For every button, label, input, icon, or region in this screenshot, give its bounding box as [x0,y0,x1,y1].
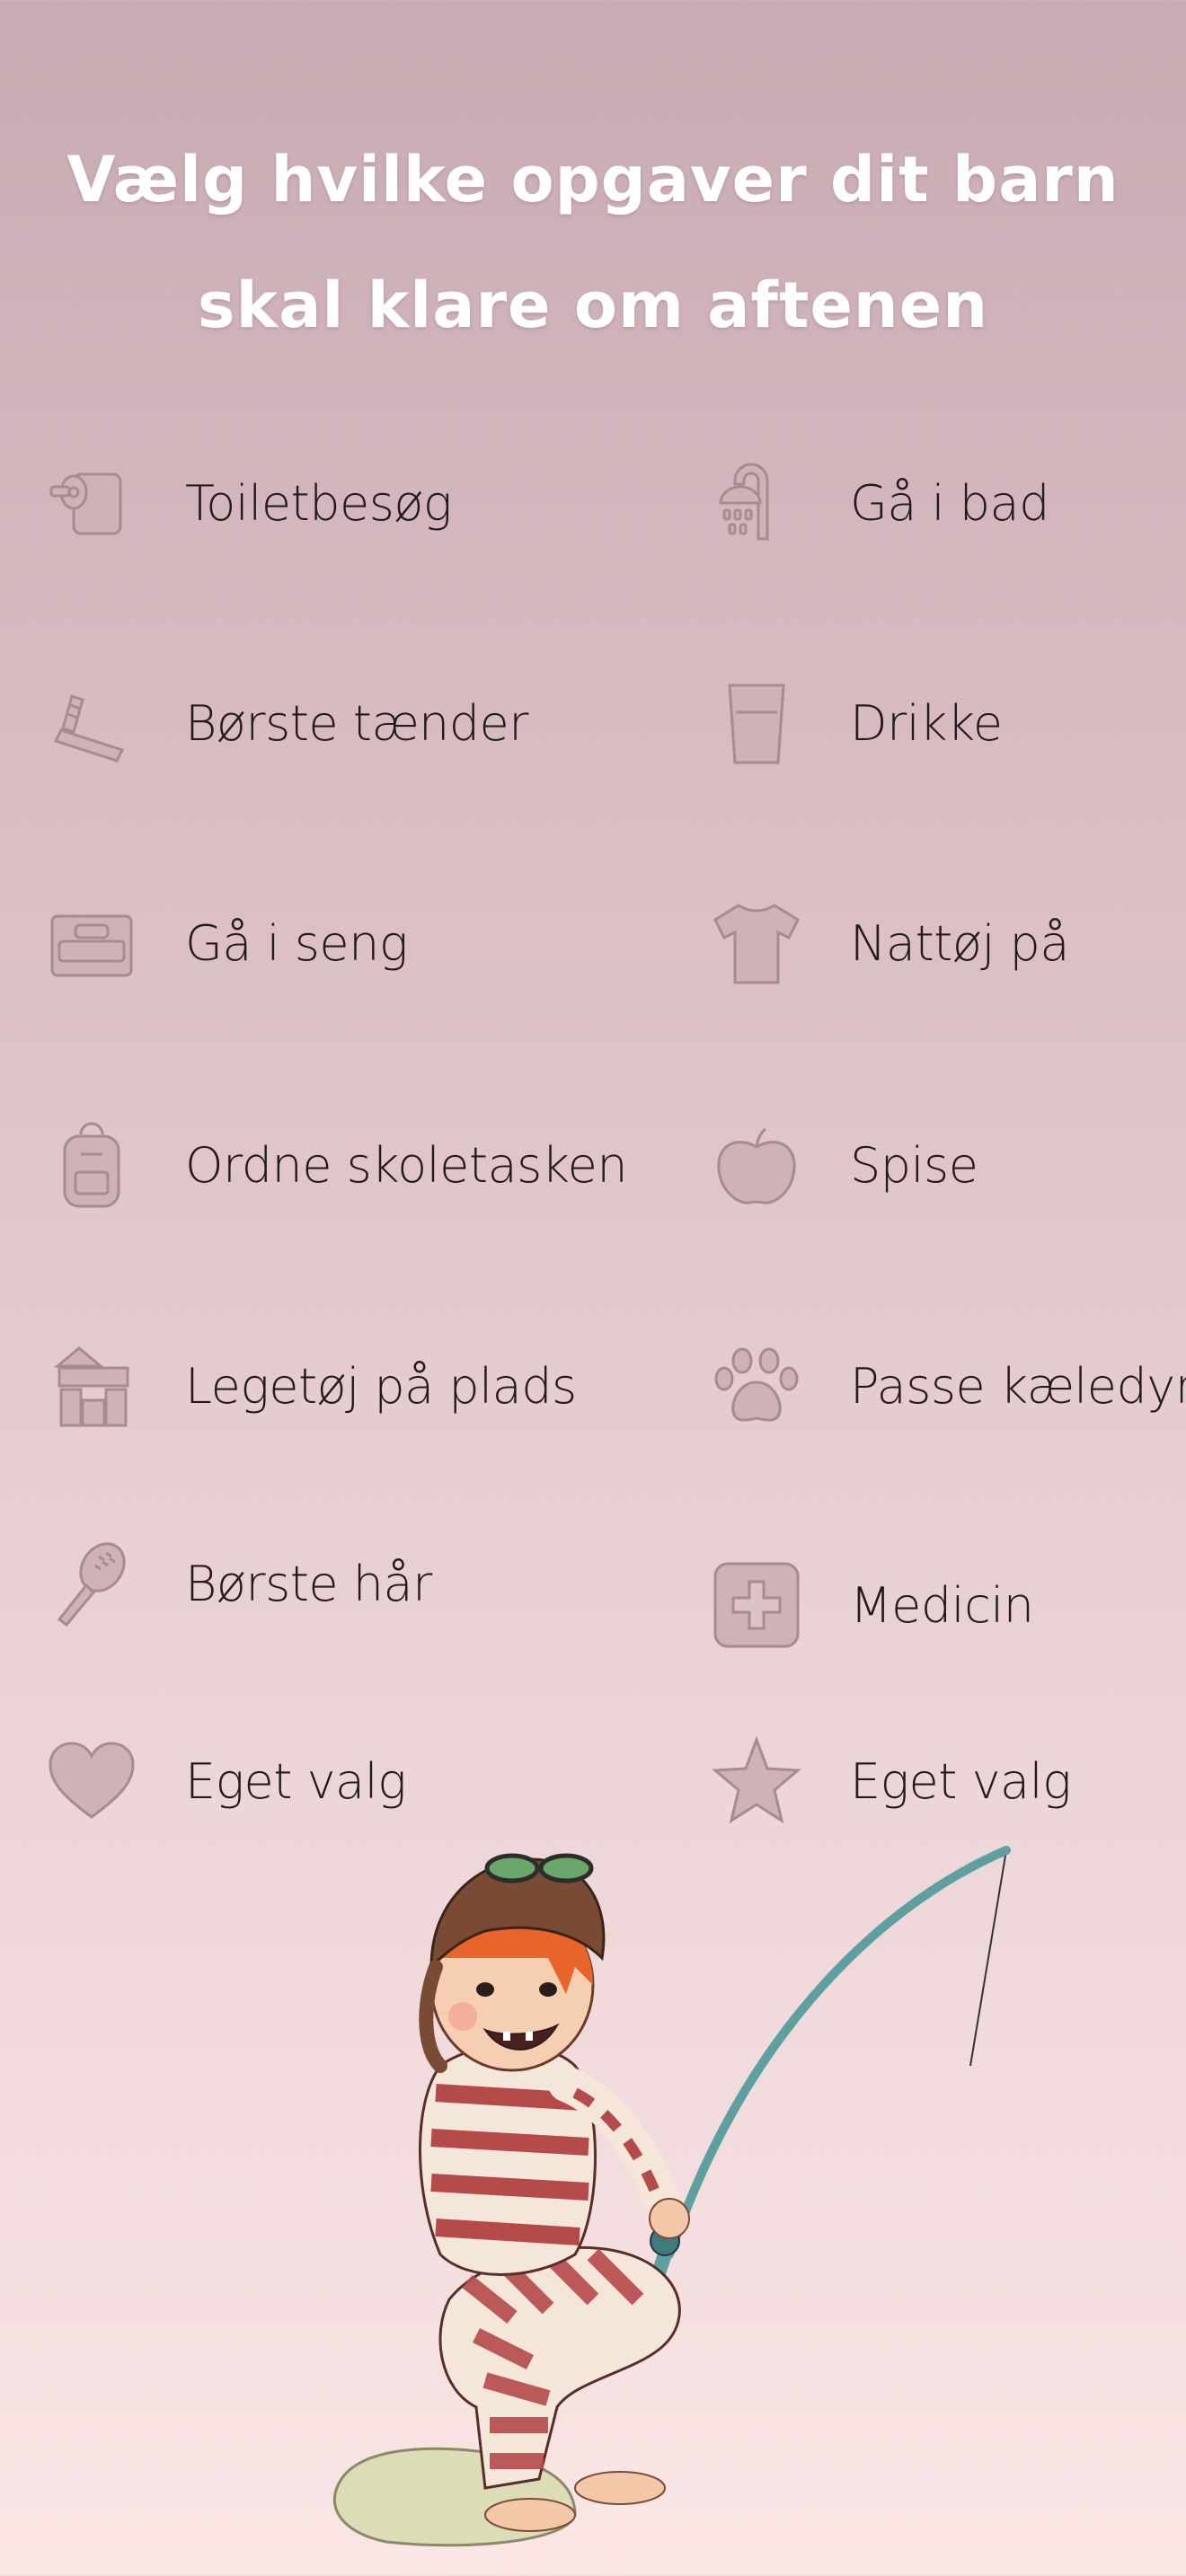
task-ga-i-bad[interactable]: Gå i bad [710,449,1049,557]
task-label: Børste hår [185,1555,432,1612]
title-line-1: Vælg hvilke opgaver dit barn [66,143,1120,216]
page-title: Vælg hvilke opgaver dit barn skal klare … [0,117,1186,368]
task-label: Gå i seng [185,914,408,972]
glass-icon [710,676,803,770]
task-label: Gå i bad [850,474,1049,532]
task-toiletbesog[interactable]: Toiletbesøg [45,449,452,557]
boy-fishing-illustration [332,1846,1011,2547]
tshirt-icon [710,896,803,990]
task-label: Toiletbesøg [185,474,452,532]
fishing-line [969,1849,1007,2067]
apple-icon [710,1118,803,1212]
shower-icon [710,456,803,550]
task-ordne-skoletasken[interactable]: Ordne skoletasken [45,1111,628,1219]
backpack-icon [45,1118,138,1212]
task-label: Eget valg [850,1752,1072,1810]
bed-icon [45,896,138,990]
task-borste-har[interactable]: Børste hår [45,1530,432,1637]
task-medicin[interactable]: Medicin [710,1551,1034,1659]
task-ga-i-seng[interactable]: Gå i seng [45,889,408,997]
task-borste-taender[interactable]: Børste tænder [45,669,528,777]
toy-blocks-icon [45,1339,138,1433]
toilet-paper-icon [45,456,138,550]
fishing-rod [665,1846,1011,2259]
task-label: Drikke [850,694,1003,752]
task-label: Legetøj på plads [185,1357,577,1415]
heart-icon [45,1734,138,1828]
task-label: Spise [850,1136,978,1194]
task-passe-kaeledyr[interactable]: Passe kæledyr [710,1332,1186,1440]
task-legetoj-pa-plads[interactable]: Legetøj på plads [45,1332,577,1440]
task-nattoj-pa[interactable]: Nattøj på [710,889,1069,997]
task-label: Nattøj på [850,914,1069,972]
paw-icon [710,1339,803,1433]
task-eget-valg-2[interactable]: Eget valg [710,1727,1072,1835]
toothbrush-icon [45,676,138,770]
medicine-icon [710,1558,803,1652]
star-icon [710,1734,803,1828]
task-label: Medicin [850,1576,1034,1634]
task-label: Eget valg [185,1752,407,1810]
task-label: Passe kæledyr [850,1357,1186,1415]
task-label: Ordne skoletasken [185,1136,628,1194]
task-label: Børste tænder [185,694,528,752]
title-line-2: skal klare om aftenen [197,269,989,342]
task-drikke[interactable]: Drikke [710,669,1003,777]
task-spise[interactable]: Spise [710,1111,978,1219]
hairbrush-icon [45,1537,138,1630]
task-eget-valg-1[interactable]: Eget valg [45,1727,407,1835]
